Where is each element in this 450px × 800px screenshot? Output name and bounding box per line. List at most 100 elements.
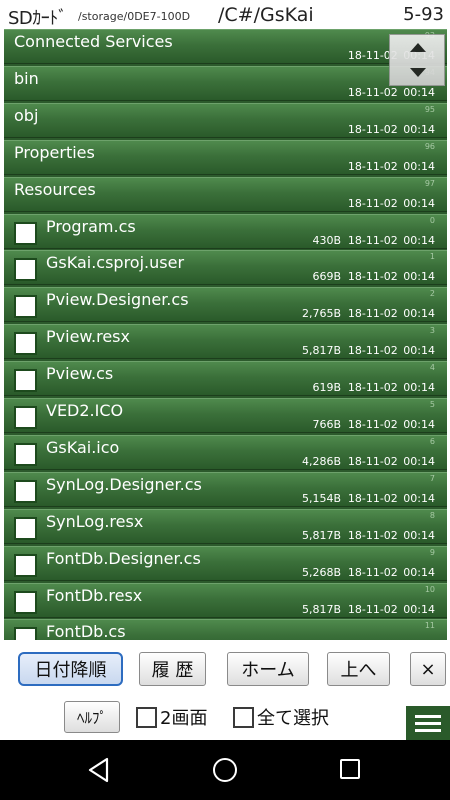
row-size: 669B — [312, 270, 341, 284]
row-checkbox[interactable] — [14, 627, 37, 640]
help-button[interactable]: ﾍﾙﾌﾟ — [64, 701, 120, 733]
select-all-box[interactable] — [233, 706, 254, 728]
row-index: 8 — [429, 510, 435, 520]
row-size: 4,286B — [301, 454, 341, 468]
scroll-up-icon[interactable] — [410, 43, 426, 52]
file-row[interactable]: FontDb.Designer.cs 9 5,268B 18-11-02 00:14 — [4, 545, 447, 581]
folder-row[interactable]: Connected Services9318-11-02 00:14 — [4, 29, 447, 64]
row-date: 18-11-02 00:14 — [347, 491, 435, 505]
sort-date-desc-button[interactable]: 日付降順 — [18, 652, 123, 686]
row-date: 18-11-02 00:14 — [347, 344, 435, 358]
row-date: 18-11-02 00:14 — [347, 454, 435, 468]
row-name: FontDb.Designer.cs — [46, 548, 201, 568]
row-name: Connected Services — [14, 32, 173, 51]
file-row[interactable]: Pview.Designer.cs 2 2,765B 18-11-02 00:14 — [4, 287, 447, 323]
row-index: 2 — [429, 289, 435, 299]
storage-label: SDｶｰﾄﾞ — [8, 8, 67, 29]
row-name: Program.cs — [46, 216, 136, 236]
row-size: 619B — [312, 381, 341, 395]
file-row[interactable]: FontDb.resx 10 5,817B 18-11-02 00:14 — [4, 582, 447, 618]
storage-path: /storage/0DE7-100D — [78, 10, 191, 23]
path-header: SDｶｰﾄﾞ /storage/0DE7-100D /C#/GsKai 5-93 — [0, 0, 450, 30]
row-size: 5,154B — [301, 491, 341, 505]
home-button[interactable]: ホーム — [227, 652, 309, 686]
current-directory: /C#/GsKai — [218, 4, 314, 26]
menu-line — [415, 715, 441, 718]
dual-pane-checkbox[interactable]: 2画面 — [136, 704, 207, 730]
row-checkbox[interactable] — [14, 442, 37, 466]
dual-pane-box[interactable] — [136, 706, 157, 728]
row-name: SynLog.resx — [46, 511, 144, 531]
history-button[interactable]: 履 歴 — [139, 652, 206, 686]
row-index: 5 — [429, 400, 435, 409]
scroll-control[interactable] — [389, 34, 445, 86]
row-size: 2,765B — [301, 307, 341, 321]
hamburger-menu-icon[interactable] — [406, 706, 450, 740]
folder-row[interactable]: bin9418-11-02 00:14 — [4, 65, 447, 101]
item-count: 5-93 — [403, 4, 444, 25]
row-index: 1 — [429, 252, 435, 262]
dual-pane-label: 2画面 — [160, 708, 208, 729]
row-name: Pview.resx — [46, 327, 130, 347]
row-name: FontDb.resx — [46, 585, 143, 605]
scroll-down-icon[interactable] — [410, 68, 426, 77]
file-row[interactable]: SynLog.Designer.cs 7 5,154B 18-11-02 00:14 — [4, 471, 447, 507]
row-checkbox[interactable] — [14, 258, 37, 282]
recent-apps-square-icon[interactable] — [340, 759, 360, 779]
row-date: 18-11-02 00:14 — [347, 270, 435, 284]
row-index: 9 — [429, 547, 435, 557]
row-date: 18-11-02 00:14 — [347, 565, 435, 579]
back-triangle-icon[interactable] — [87, 757, 111, 783]
file-row[interactable]: GsKai.ico 6 4,286B 18-11-02 00:14 — [4, 434, 447, 470]
row-index: 7 — [429, 473, 435, 483]
file-row[interactable]: Pview.cs 4 619B 18-11-02 00:14 — [4, 361, 447, 397]
row-name: bin — [14, 68, 39, 88]
row-index: 3 — [429, 326, 435, 336]
close-button[interactable]: × — [410, 652, 446, 686]
row-checkbox[interactable] — [14, 553, 37, 577]
file-row[interactable]: Pview.resx 3 5,817B 18-11-02 00:14 — [4, 324, 447, 360]
row-index: 10 — [424, 584, 435, 594]
row-size: 5,817B — [301, 602, 341, 616]
home-circle-icon[interactable] — [213, 758, 237, 782]
row-checkbox[interactable] — [14, 516, 37, 540]
row-date: 18-11-02 00:14 — [347, 159, 435, 173]
up-button[interactable]: 上へ — [327, 652, 390, 686]
row-checkbox[interactable] — [14, 406, 37, 429]
row-date: 18-11-02 00:14 — [347, 196, 435, 210]
row-checkbox[interactable] — [14, 369, 37, 393]
row-index: 6 — [429, 436, 435, 446]
row-index: 97 — [424, 178, 435, 188]
row-name: obj — [14, 105, 39, 125]
row-name: Resources — [14, 179, 96, 199]
select-all-checkbox[interactable]: 全て選択 — [233, 704, 329, 730]
row-name: VED2.ICO — [46, 401, 124, 420]
row-name: FontDb.cs — [46, 622, 126, 640]
folder-row[interactable]: Properties 96 18-11-02 00:14 — [4, 139, 447, 175]
row-checkbox[interactable] — [14, 332, 37, 356]
row-date: 18-11-02 00:14 — [347, 381, 435, 395]
toolbar: 日付降順 履 歴 ホーム 上へ × ﾍﾙﾌﾟ 2画面 全て選択 — [0, 640, 450, 740]
file-row[interactable]: SynLog.resx 8 5,817B 18-11-02 00:14 — [4, 508, 447, 544]
row-checkbox[interactable] — [14, 479, 37, 503]
folder-row[interactable]: obj 95 18-11-02 00:14 — [4, 102, 447, 138]
select-all-label: 全て選択 — [257, 708, 329, 729]
row-name: GsKai.ico — [46, 437, 120, 457]
folder-row[interactable]: Resources 97 18-11-02 00:14 — [4, 176, 447, 212]
row-date: 18-11-02 00:14 — [347, 528, 435, 542]
row-name: Pview.Designer.cs — [46, 290, 189, 310]
row-name: SynLog.Designer.cs — [46, 474, 202, 494]
row-index: 11 — [424, 621, 435, 631]
file-row[interactable]: Program.cs 0 430B 18-11-02 00:14 — [4, 213, 447, 249]
row-checkbox[interactable] — [14, 295, 37, 319]
file-row[interactable]: GsKai.csproj.user 1 669B 18-11-02 00:14 — [4, 250, 447, 286]
menu-line — [415, 729, 441, 732]
row-checkbox[interactable] — [14, 221, 37, 245]
file-list[interactable]: Connected Services9318-11-02 00:14bin941… — [4, 29, 447, 640]
row-size: 430B — [312, 233, 341, 247]
row-checkbox[interactable] — [14, 590, 37, 614]
file-row[interactable]: VED2.ICO 5 766B 18-11-02 00:14 — [4, 398, 447, 433]
row-size: 5,817B — [301, 528, 341, 542]
row-date: 18-11-02 00:14 — [347, 307, 435, 321]
file-row[interactable]: FontDb.cs 11 — [4, 619, 447, 640]
